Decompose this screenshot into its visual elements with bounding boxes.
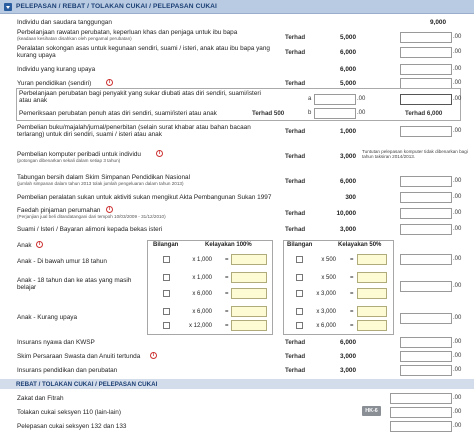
label-insurance-epf: Insurans nyawa dan KWSP xyxy=(17,339,95,346)
input-medical-total[interactable] xyxy=(400,94,452,105)
label-prs: Skim Persaraan Swasta dan Anuiti tertund… xyxy=(17,353,141,360)
label-children-disabled: Anak - Kurang upaya xyxy=(17,314,78,321)
input-disabled-half-a[interactable] xyxy=(357,306,387,317)
label-children-under18: Anak - Di bawah umur 18 tahun xyxy=(17,258,107,265)
cap-medical-total: Terhad 6,000 xyxy=(405,110,443,117)
label-children: Anak xyxy=(17,242,32,249)
input-children-disabled-total[interactable] xyxy=(400,313,452,324)
label-medical-exam: Pemeriksaan perubatan penuh atas diri se… xyxy=(19,110,217,117)
amount-education-fees: 5,000 xyxy=(340,80,356,87)
cap-parents-medical: Terhad xyxy=(285,34,306,41)
amount-computer: 3,000 xyxy=(340,153,356,160)
input-under18-full[interactable] xyxy=(231,254,267,265)
label-s132: Pelepasan cukai seksyen 132 dan 133 xyxy=(17,423,127,430)
label-disabled-individual: Individu yang kurang upaya xyxy=(17,66,96,73)
input-sspn[interactable] xyxy=(400,176,452,187)
input-over18-full-a[interactable] xyxy=(231,272,267,283)
label-housing-loan: Faedah pinjaman perumahan (Perjanjian ju… xyxy=(17,207,166,220)
input-prs[interactable] xyxy=(400,351,452,362)
col-rate-full: Kelayakan 100% xyxy=(205,242,252,248)
label-zakat: Zakat dan Fitrah xyxy=(17,395,64,402)
amount-medical-insurance: 3,000 xyxy=(340,367,356,374)
label-serious-disease: Perbelanjaan perubatan bagi penyakit yan… xyxy=(19,90,261,105)
info-icon[interactable]: i xyxy=(156,150,163,157)
label-sports: Pembelian peralatan sukan untuk aktiviti… xyxy=(17,194,272,201)
label-s110: Tolakan cukai seksyen 110 (lain-lain) xyxy=(17,409,121,416)
input-children-over18-total[interactable] xyxy=(400,281,452,292)
amount-alimony: 3,000 xyxy=(340,226,356,233)
amount-books: 1,000 xyxy=(340,128,356,135)
input-serious-disease[interactable] xyxy=(314,94,356,105)
section-header: PELEPASAN / REBAT / TOLAKAN CUKAI / PELE… xyxy=(0,0,474,14)
label-books: Pembelian buku/majalah/jurnal/penerbitan… xyxy=(17,124,251,139)
amount-parents-medical: 5,000 xyxy=(340,34,356,41)
collapse-arrow-icon[interactable] xyxy=(4,3,12,11)
label-parents-medical: Perbelanjaan rawatan perubatan, keperlua… xyxy=(17,29,238,42)
count-input[interactable] xyxy=(163,256,170,263)
count-input[interactable] xyxy=(163,290,170,297)
input-disabled-individual[interactable] xyxy=(400,64,452,75)
rebate-section-header: REBAT / TOLAKAN CUKAI / PELEPASAN CUKAI xyxy=(0,379,474,389)
amount-individual: 9,000 xyxy=(430,19,446,26)
input-books[interactable] xyxy=(400,126,452,137)
hk6-button[interactable]: HK-6 xyxy=(362,406,381,416)
input-alimony[interactable] xyxy=(400,224,452,235)
input-under18-half[interactable] xyxy=(357,254,387,265)
input-s132[interactable] xyxy=(390,421,452,432)
label-alimony: Suami / Isteri / Bayaran alimoni kepada … xyxy=(17,226,163,233)
label-individual: Individu dan saudara tanggungan xyxy=(17,19,112,26)
input-parents-medical[interactable] xyxy=(400,32,452,43)
input-over18-half-b[interactable] xyxy=(357,288,387,299)
input-disabled-full-a[interactable] xyxy=(231,306,267,317)
label-computer: Pembelian komputer peribadi untuk indivi… xyxy=(17,151,141,164)
count-input[interactable] xyxy=(163,308,170,315)
label-children-over18: Anak - 18 tahun dan ke atas yang masih b… xyxy=(17,277,132,292)
input-insurance-epf[interactable] xyxy=(400,337,452,348)
count-input[interactable] xyxy=(163,274,170,281)
info-icon[interactable]: i xyxy=(106,206,113,213)
amount-sports: 300 xyxy=(345,194,356,201)
input-housing-loan[interactable] xyxy=(400,208,452,219)
input-disabled-full-b[interactable] xyxy=(231,320,267,331)
amount-housing-loan: 10,000 xyxy=(336,210,356,217)
col-count-full: Bilangan xyxy=(153,242,179,248)
amount-insurance-epf: 6,000 xyxy=(340,339,356,346)
computer-note: Tuntutan pelepasan komputer tidak dibena… xyxy=(362,149,468,160)
input-zakat[interactable] xyxy=(390,393,452,404)
info-icon[interactable]: i xyxy=(106,79,113,86)
amount-disabled-individual: 6,000 xyxy=(340,66,356,73)
rebate-section-title: REBAT / TOLAKAN CUKAI / PELEPASAN CUKAI xyxy=(16,380,158,388)
label-sspn: Tabungan bersih dalam Skim Simpanan Pend… xyxy=(17,174,191,187)
input-s110[interactable] xyxy=(390,407,452,418)
input-over18-half-a[interactable] xyxy=(357,272,387,283)
amount-prs: 3,000 xyxy=(340,353,356,360)
col-count-half: Bilangan xyxy=(287,242,313,248)
input-support-equipment[interactable] xyxy=(400,47,452,58)
info-icon[interactable]: i xyxy=(150,352,157,359)
col-rate-half: Kelayakan 50% xyxy=(338,242,382,248)
section-title: PELEPASAN / REBAT / TOLAKAN CUKAI / PELE… xyxy=(16,3,217,10)
label-medical-insurance: Insurans pendidikan dan perubatan xyxy=(17,367,118,374)
info-icon[interactable]: i xyxy=(36,241,43,248)
cap-medical-exam: Terhad 500 xyxy=(252,110,285,117)
amount-support-equipment: 6,000 xyxy=(340,49,356,56)
input-children-under18-total[interactable] xyxy=(400,254,452,265)
input-medical-exam[interactable] xyxy=(314,108,356,119)
input-disabled-half-b[interactable] xyxy=(357,320,387,331)
input-over18-full-b[interactable] xyxy=(231,288,267,299)
input-medical-insurance[interactable] xyxy=(400,365,452,376)
input-sports[interactable] xyxy=(400,192,452,203)
label-support-equipment: Peralatan sokongan asas untuk kegunaan s… xyxy=(17,45,270,60)
count-input[interactable] xyxy=(163,322,170,329)
amount-sspn: 6,000 xyxy=(340,178,356,185)
